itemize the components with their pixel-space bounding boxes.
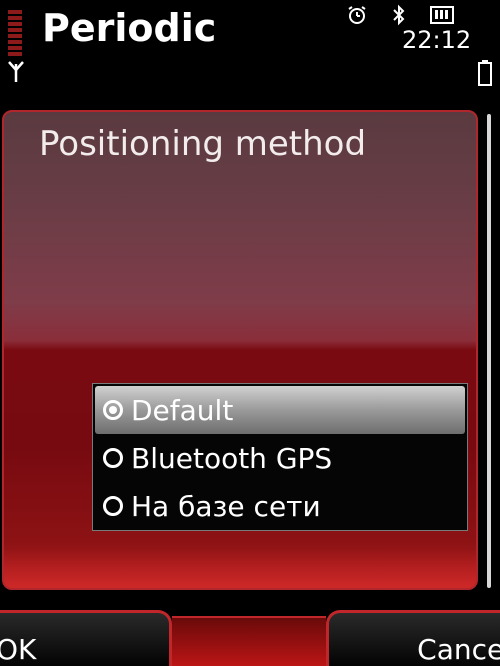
dialog-title: Positioning method <box>39 124 367 164</box>
radio-unselected-icon <box>103 448 123 468</box>
softkey-left-label: OK <box>0 633 37 666</box>
bluetooth-icon <box>393 4 405 26</box>
option-bluetooth-gps[interactable]: Bluetooth GPS <box>95 434 465 482</box>
battery-icon <box>478 60 492 86</box>
radio-unselected-icon <box>103 496 123 516</box>
positioning-options-list: Default Bluetooth GPS На базе сети <box>92 383 468 531</box>
clock: 22:12 <box>402 26 472 54</box>
softkey-bar: OK Cancel <box>0 606 500 666</box>
status-bar: Periodic 22:12 <box>0 0 500 100</box>
scrollbar[interactable] <box>484 114 494 588</box>
softkey-center[interactable] <box>172 616 326 666</box>
option-label: Default <box>131 393 234 427</box>
softkey-right-label: Cancel <box>417 633 500 666</box>
phone-screen: Periodic 22:12 Positioning method Defaul… <box>0 0 500 666</box>
scrollbar-track <box>487 114 491 588</box>
option-label: Bluetooth GPS <box>131 441 333 475</box>
signal-strength-icon <box>8 10 22 60</box>
radio-selected-icon <box>103 400 123 420</box>
option-default[interactable]: Default <box>95 386 465 434</box>
alarm-icon <box>348 6 366 24</box>
softkey-left-button[interactable]: OK <box>0 610 172 666</box>
option-label: На базе сети <box>131 489 321 523</box>
app-title: Periodic <box>42 6 217 50</box>
softkey-right-button[interactable]: Cancel <box>326 610 500 666</box>
antenna-icon <box>8 61 24 82</box>
option-network-based[interactable]: На базе сети <box>95 482 465 530</box>
profile-icon <box>430 6 454 24</box>
